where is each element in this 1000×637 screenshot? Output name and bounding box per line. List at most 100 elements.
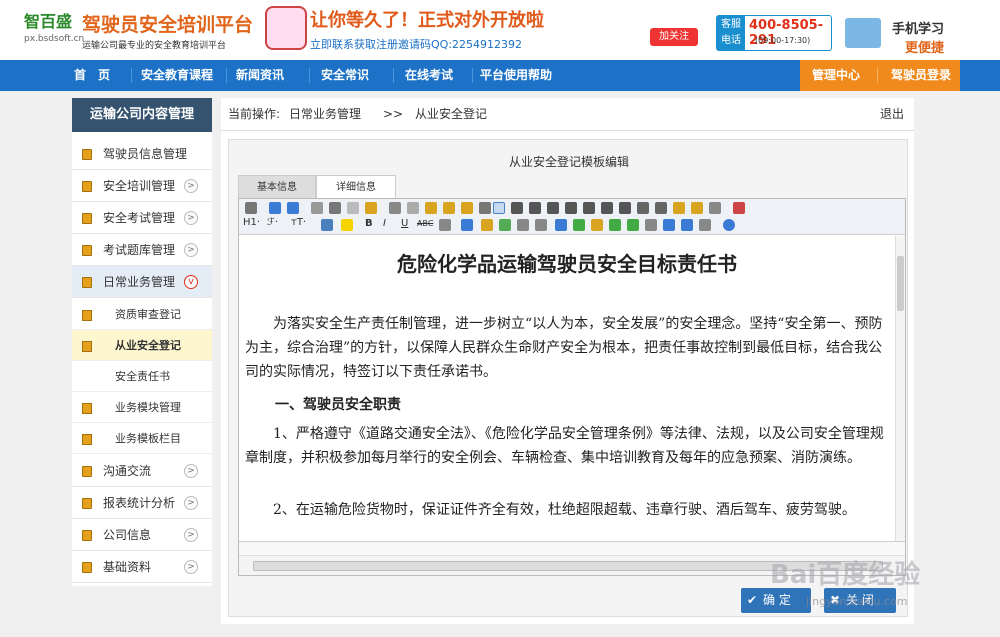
breadcrumb-parent[interactable]: 日常业务管理	[289, 98, 361, 131]
sidebar-item-training[interactable]: 安全培训管理 >	[72, 170, 212, 202]
clear-format-icon[interactable]	[673, 202, 685, 214]
italic-button[interactable]: I	[383, 218, 386, 229]
sidebar-item-question-bank[interactable]: 考试题库管理 >	[72, 234, 212, 266]
help-icon[interactable]	[723, 219, 735, 231]
strikethrough-button[interactable]: ABC	[417, 219, 433, 228]
preview-icon[interactable]	[311, 202, 323, 214]
nav-home[interactable]: 首 页	[62, 60, 122, 91]
folder-icon	[82, 466, 92, 477]
gallery-icon[interactable]	[609, 219, 621, 231]
sidebar-item-driver-info[interactable]: 驾驶员信息管理	[72, 138, 212, 170]
mobile-icon[interactable]	[845, 18, 881, 48]
tab-basic-info[interactable]: 基本信息	[238, 175, 316, 198]
document-heading: 一、驾驶员安全职责	[275, 397, 401, 413]
editor-resize-handle[interactable]	[239, 541, 905, 555]
tab-detail-info[interactable]: 详细信息	[316, 175, 396, 198]
subscript-icon[interactable]	[637, 202, 649, 214]
sidebar-item-communication[interactable]: 沟通交流 >	[72, 455, 212, 487]
pagebreak-icon[interactable]	[645, 219, 657, 231]
align-left-icon[interactable]	[493, 202, 505, 214]
folder-icon	[82, 341, 92, 352]
paste-text-icon[interactable]	[443, 202, 455, 214]
template-icon[interactable]	[347, 202, 359, 214]
table-icon[interactable]	[439, 219, 451, 231]
sidebar-subitem-responsibility[interactable]: 安全责任书	[72, 361, 212, 392]
redo-icon[interactable]	[287, 202, 299, 214]
promo-banner[interactable]: 让你等久了！正式对外开放啦 立即联系获取注册邀请码QQ:2254912392	[310, 6, 544, 52]
ordered-list-icon[interactable]	[565, 202, 577, 214]
insert-table-icon[interactable]	[555, 219, 567, 231]
anchor-icon[interactable]	[663, 219, 675, 231]
nav-news[interactable]: 新闻资讯	[228, 60, 292, 91]
format-brush-icon[interactable]	[691, 202, 703, 214]
highlight-icon[interactable]	[341, 219, 353, 231]
editor-vertical-scrollbar[interactable]	[895, 236, 905, 541]
outdent-icon[interactable]	[619, 202, 631, 214]
sidebar-subitem-template-column[interactable]: 业务模板栏目	[72, 423, 212, 454]
image-icon[interactable]	[461, 219, 473, 231]
confirm-button[interactable]: ✔ 确 定	[741, 588, 811, 613]
sidebar-item-exam[interactable]: 安全考试管理 >	[72, 202, 212, 234]
folder-icon	[82, 498, 92, 509]
font-color-icon[interactable]	[321, 219, 333, 231]
sidebar-item-company-info[interactable]: 公司信息 >	[72, 519, 212, 551]
chevron-right-icon: >	[184, 528, 198, 542]
sidebar-item-basic-data[interactable]: 基础资料 >	[72, 551, 212, 583]
cut-icon[interactable]	[389, 202, 401, 214]
nav-safety-knowledge[interactable]: 安全常识	[313, 60, 377, 91]
fullscreen-icon[interactable]	[733, 202, 745, 214]
unordered-list-icon[interactable]	[583, 202, 595, 214]
editor-content[interactable]: 危险化学品运输驾驶员安全目标责任书 为落实安全生产责任制管理，进一步树立“以人为…	[239, 236, 895, 541]
flash-icon[interactable]	[481, 219, 493, 231]
scrollbar-thumb[interactable]	[897, 256, 904, 311]
link-icon[interactable]	[681, 219, 693, 231]
select-all-icon[interactable]	[479, 202, 491, 214]
print-icon[interactable]	[329, 202, 341, 214]
nav-management-center[interactable]: 管理中心	[800, 60, 872, 91]
undo-icon[interactable]	[269, 202, 281, 214]
copy-icon[interactable]	[407, 202, 419, 214]
sidebar-item-label: 驾驶员信息管理	[103, 147, 188, 161]
emoticon-icon[interactable]	[591, 219, 603, 231]
attachment-icon[interactable]	[535, 219, 547, 231]
folder-icon	[82, 277, 92, 288]
nav-divider	[472, 68, 473, 83]
unlink-icon[interactable]	[699, 219, 711, 231]
sidebar-subitem-qualification[interactable]: 资质审查登记	[72, 299, 212, 330]
weibo-follow-button[interactable]: 加关注	[650, 28, 698, 46]
file-icon[interactable]	[517, 219, 529, 231]
cursor-icon[interactable]	[709, 202, 721, 214]
source-icon[interactable]	[245, 202, 257, 214]
media-icon[interactable]	[499, 219, 511, 231]
align-center-icon[interactable]	[511, 202, 523, 214]
chevron-right-icon: >	[184, 211, 198, 225]
paste-icon[interactable]	[425, 202, 437, 214]
nav-online-exam[interactable]: 在线考试	[397, 60, 461, 91]
map-icon[interactable]	[627, 219, 639, 231]
mobile-learning[interactable]: 手机学习 更便捷	[892, 18, 944, 56]
justify-icon[interactable]	[547, 202, 559, 214]
superscript-icon[interactable]	[655, 202, 667, 214]
paste-word-icon[interactable]	[461, 202, 473, 214]
sidebar-item-daily-business[interactable]: 日常业务管理 v	[72, 266, 212, 298]
site-logo[interactable]: 智百盛 px.bsdsoft.cn	[24, 8, 84, 48]
site-title-block: 驾驶员安全培训平台 运输公司最专业的安全教育培训平台	[82, 10, 253, 51]
heading-dropdown[interactable]: H1·	[243, 217, 260, 228]
sidebar-subitem-module-mgmt[interactable]: 业务模块管理	[72, 392, 212, 423]
exit-link[interactable]: 退出	[880, 98, 904, 131]
indent-icon[interactable]	[601, 202, 613, 214]
underline-button[interactable]: U	[401, 218, 408, 229]
font-family-dropdown[interactable]: ℱ·	[267, 217, 278, 228]
hr-icon[interactable]	[573, 219, 585, 231]
bold-button[interactable]: B	[365, 218, 373, 229]
nav-divider	[393, 68, 394, 83]
code-icon[interactable]	[365, 202, 377, 214]
sidebar-item-reports[interactable]: 报表统计分析 >	[72, 487, 212, 519]
align-right-icon[interactable]	[529, 202, 541, 214]
nav-courses[interactable]: 安全教育课程	[136, 60, 218, 91]
font-size-dropdown[interactable]: тT·	[291, 217, 306, 228]
nav-help[interactable]: 平台使用帮助	[476, 60, 556, 91]
folder-icon	[82, 181, 92, 192]
sidebar-subitem-employment-safety[interactable]: 从业安全登记	[72, 330, 212, 361]
nav-driver-login[interactable]: 驾驶员登录	[884, 60, 958, 91]
